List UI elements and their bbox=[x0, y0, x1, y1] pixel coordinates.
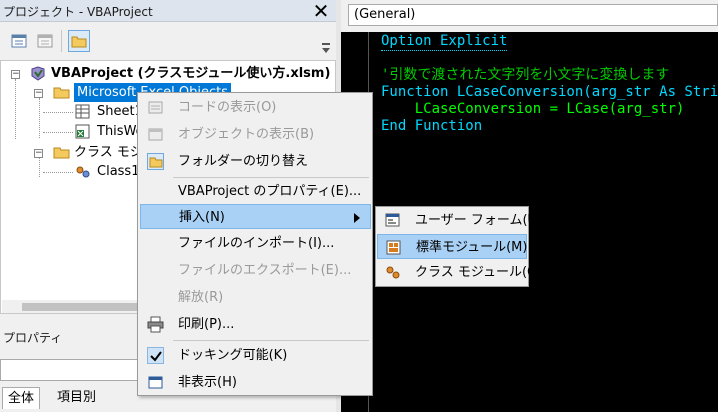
tree-line bbox=[43, 172, 73, 173]
tree-item-vbaproject[interactable]: VBAProject (クラスモジュール使い方.xlsm) bbox=[51, 64, 330, 83]
tab-alphabetic[interactable]: 全体 bbox=[2, 387, 41, 409]
menu-item-label: ファイルのエクスポート(E)... bbox=[178, 263, 352, 278]
tree-line bbox=[43, 112, 73, 113]
menu-item-label: オブジェクトの表示(B) bbox=[178, 127, 315, 142]
code-line: LCaseConversion = LCase(arg_str) bbox=[381, 101, 685, 117]
menu-item-view-code[interactable]: コードの表示(O) bbox=[140, 95, 371, 120]
context-menu: コードの表示(O) オブジェクトの表示(B) フォルダーの切り替え VBAPro… bbox=[137, 92, 373, 396]
folder-icon bbox=[71, 36, 87, 48]
view-object-icon bbox=[37, 34, 53, 48]
printer-icon bbox=[147, 316, 164, 333]
scrollbar-thumb[interactable] bbox=[22, 303, 152, 311]
code-line: End Function bbox=[381, 118, 483, 134]
toolbar-overflow-icon[interactable] bbox=[320, 40, 332, 58]
tab-categorized[interactable]: 項目別 bbox=[52, 387, 101, 409]
tree-line bbox=[15, 79, 16, 139]
menu-item-insert-standard-module[interactable]: 標準モジュール(M) bbox=[377, 234, 527, 259]
menu-item-print[interactable]: 印刷(P)... bbox=[140, 312, 371, 337]
project-pane-titlebar: プロジェクト - VBAProject ✕ bbox=[0, 0, 336, 22]
workbook-icon bbox=[75, 124, 90, 139]
menu-item-label: 解放(R) bbox=[178, 290, 224, 305]
menu-item-label: コードの表示(O) bbox=[178, 100, 277, 115]
code-line: '引数で渡された文字列を小文字に変換します bbox=[381, 67, 670, 83]
menu-separator bbox=[173, 340, 369, 341]
view-object-button[interactable] bbox=[34, 30, 56, 52]
code-header: (General) bbox=[341, 0, 718, 32]
tree-collapse-toggle[interactable]: − bbox=[34, 89, 43, 98]
menu-item-label: 非表示(H) bbox=[178, 375, 237, 390]
menu-item-label: 挿入(N) bbox=[179, 210, 225, 225]
class-module-icon bbox=[76, 166, 90, 178]
tree-line bbox=[39, 98, 40, 138]
tree-collapse-toggle[interactable]: − bbox=[34, 149, 43, 158]
class-module-icon bbox=[386, 266, 400, 279]
menu-item-label: フォルダーの切り替え bbox=[178, 154, 309, 169]
userform-icon bbox=[385, 213, 400, 227]
project-pane-title: プロジェクト - VBAProject bbox=[3, 5, 153, 19]
menu-item-view-object[interactable]: オブジェクトの表示(B) bbox=[140, 122, 371, 147]
code-icon bbox=[148, 101, 163, 114]
checkmark-icon bbox=[147, 347, 164, 364]
menu-item-label: クラス モジュール(C) bbox=[415, 265, 542, 280]
tree-line bbox=[39, 157, 40, 177]
menu-item-export-file[interactable]: ファイルのエクスポート(E)... bbox=[140, 258, 371, 283]
close-icon[interactable]: ✕ bbox=[309, 1, 333, 22]
insert-submenu: ユーザー フォーム(U) 標準モジュール(M) クラス モジュール(C) bbox=[375, 206, 542, 287]
tree-item-class1[interactable]: Class1 bbox=[97, 162, 139, 181]
tree-line bbox=[43, 132, 73, 133]
menu-item-label: ファイルのインポート(I)... bbox=[178, 236, 335, 251]
menu-item-insert[interactable]: 挿入(N) bbox=[140, 204, 371, 229]
menu-item-label: 標準モジュール(M) bbox=[416, 240, 528, 255]
menu-item-label: VBAProject のプロパティ(E)... bbox=[178, 184, 362, 199]
folder-icon bbox=[53, 147, 70, 159]
vbaproject-icon bbox=[31, 66, 45, 81]
toggle-folders-button[interactable] bbox=[68, 30, 90, 52]
menu-separator bbox=[173, 177, 369, 178]
view-code-button[interactable] bbox=[8, 30, 30, 52]
menu-item-dockable[interactable]: ドッキング可能(K) bbox=[140, 343, 371, 368]
menu-item-label: ユーザー フォーム(U) bbox=[415, 213, 543, 228]
folder-icon bbox=[147, 153, 164, 170]
menu-item-label: 印刷(P)... bbox=[178, 317, 235, 332]
view-code-icon bbox=[11, 34, 27, 48]
tree-item-sheet1[interactable]: Sheet1 bbox=[97, 102, 143, 121]
tree-collapse-toggle[interactable]: − bbox=[11, 70, 20, 79]
menu-item-project-properties[interactable]: VBAProject のプロパティ(E)... bbox=[140, 179, 371, 204]
menu-item-hide[interactable]: 非表示(H) bbox=[140, 370, 371, 395]
submenu-arrow-icon bbox=[354, 213, 360, 223]
object-combo-value: (General) bbox=[354, 7, 416, 22]
properties-pane-title: プロパティ bbox=[3, 331, 63, 345]
menu-item-toggle-folders[interactable]: フォルダーの切り替え bbox=[140, 149, 371, 174]
object-combo[interactable]: (General) bbox=[348, 4, 718, 26]
menu-item-insert-userform[interactable]: ユーザー フォーム(U) bbox=[377, 208, 542, 233]
code-line: Function LCaseConversion(arg_str As Stri… bbox=[381, 84, 718, 100]
hide-window-icon bbox=[148, 376, 163, 389]
toolbar-separator bbox=[61, 30, 62, 52]
code-line: Option Explicit bbox=[381, 33, 508, 51]
standard-module-icon bbox=[386, 240, 401, 255]
worksheet-icon bbox=[75, 104, 90, 119]
menu-item-insert-class-module[interactable]: クラス モジュール(C) bbox=[377, 260, 541, 285]
object-icon bbox=[148, 128, 163, 141]
menu-item-remove[interactable]: 解放(R) bbox=[140, 285, 371, 310]
project-toolbar bbox=[0, 22, 336, 60]
menu-item-import-file[interactable]: ファイルのインポート(I)... bbox=[140, 231, 371, 256]
menu-item-label: ドッキング可能(K) bbox=[178, 348, 288, 363]
folder-icon bbox=[53, 87, 70, 99]
